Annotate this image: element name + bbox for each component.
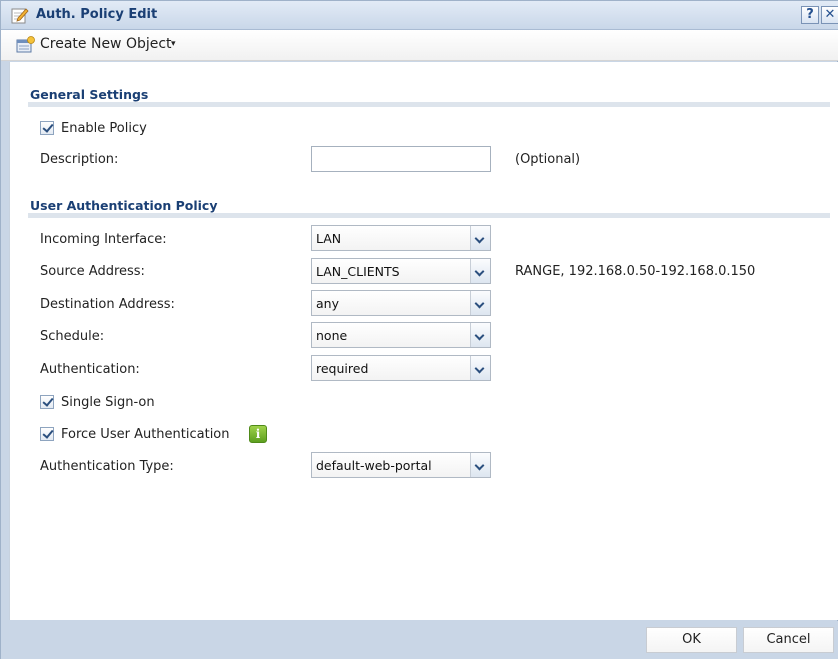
single-sign-on-label: Single Sign-on	[61, 394, 155, 410]
authentication-type-label: Authentication Type:	[40, 459, 174, 474]
schedule-select[interactable]: none	[311, 322, 491, 348]
enable-policy-checkbox[interactable]	[40, 121, 54, 135]
source-address-range-hint: RANGE, 192.168.0.50-192.168.0.150	[515, 264, 756, 279]
chevron-down-icon[interactable]	[470, 356, 490, 380]
auth-policy-edit-dialog: Auth. Policy Edit ? ✕ Create New Object …	[0, 0, 838, 659]
authentication-label: Authentication:	[40, 362, 140, 377]
force-user-auth-label: Force User Authentication	[61, 426, 230, 442]
schedule-label: Schedule:	[40, 329, 105, 344]
force-user-auth-checkbox[interactable]	[40, 427, 54, 441]
chevron-down-icon[interactable]	[470, 226, 490, 250]
destination-address-select[interactable]: any	[311, 290, 491, 316]
create-new-object-menu[interactable]: Create New Object	[40, 36, 172, 52]
chevron-down-icon[interactable]	[470, 259, 490, 283]
info-icon[interactable]: i	[249, 425, 267, 443]
dialog-titlebar: Auth. Policy Edit ? ✕	[1, 1, 838, 30]
close-button[interactable]: ✕	[821, 6, 838, 24]
incoming-interface-value: LAN	[316, 231, 342, 246]
enable-policy-label: Enable Policy	[61, 120, 147, 136]
user-auth-policy-divider	[28, 213, 830, 218]
source-address-select[interactable]: LAN_CLIENTS	[311, 258, 491, 284]
toolbar: Create New Object ▾	[1, 30, 838, 61]
chevron-down-icon[interactable]	[470, 291, 490, 315]
enable-policy-row: Enable Policy	[40, 119, 147, 137]
chevron-down-icon[interactable]	[470, 453, 490, 477]
general-settings-divider	[28, 102, 830, 107]
user-auth-policy-heading: User Authentication Policy	[30, 198, 218, 213]
single-sign-on-row: Single Sign-on	[40, 393, 155, 411]
force-user-auth-row: Force User Authentication	[40, 425, 230, 443]
source-address-value: LAN_CLIENTS	[316, 264, 400, 279]
chevron-down-icon[interactable]: ▾	[171, 39, 176, 49]
description-optional-hint: (Optional)	[515, 152, 581, 167]
edit-pencil-icon	[11, 8, 29, 24]
authentication-type-value: default-web-portal	[316, 458, 432, 473]
incoming-interface-select[interactable]: LAN	[311, 225, 491, 251]
description-input[interactable]	[311, 146, 491, 172]
incoming-interface-label: Incoming Interface:	[40, 232, 167, 247]
general-settings-heading: General Settings	[30, 87, 149, 102]
destination-address-value: any	[316, 296, 339, 311]
help-button[interactable]: ?	[801, 6, 819, 24]
description-label: Description:	[40, 152, 119, 167]
dialog-title: Auth. Policy Edit	[36, 7, 158, 22]
dialog-content: General Settings Enable Policy Descripti…	[9, 62, 838, 620]
authentication-select[interactable]: required	[311, 355, 491, 381]
authentication-type-select[interactable]: default-web-portal	[311, 452, 491, 478]
schedule-value: none	[316, 328, 348, 343]
single-sign-on-checkbox[interactable]	[40, 395, 54, 409]
create-object-icon[interactable]	[16, 36, 35, 53]
source-address-label: Source Address:	[40, 264, 145, 279]
authentication-value: required	[316, 361, 369, 376]
chevron-down-icon[interactable]	[470, 323, 490, 347]
cancel-button[interactable]: Cancel	[743, 627, 834, 653]
ok-button[interactable]: OK	[646, 627, 737, 653]
destination-address-label: Destination Address:	[40, 297, 175, 312]
